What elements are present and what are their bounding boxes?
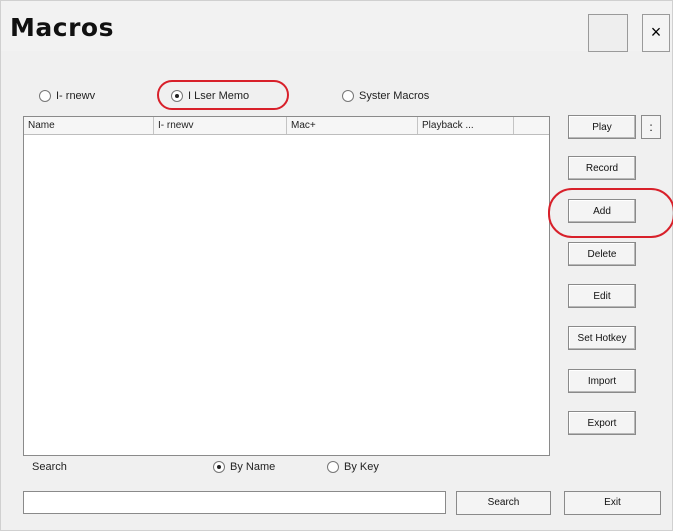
column-name[interactable]: Name xyxy=(24,117,154,134)
column-hotkey[interactable]: I- rnewv xyxy=(154,117,287,134)
search-button[interactable]: Search xyxy=(456,491,551,515)
radio-indicator-selected[interactable] xyxy=(213,461,225,473)
export-button[interactable]: Export xyxy=(568,411,636,435)
add-button[interactable]: Add xyxy=(568,199,636,223)
title-bar: Macros × xyxy=(1,1,672,52)
window-title: Macros xyxy=(10,13,114,42)
radio-hotkey-label: I- rnewv xyxy=(56,90,96,102)
maximize-button[interactable] xyxy=(588,14,628,52)
delete-button[interactable]: Delete xyxy=(568,242,636,266)
set-hotkey-button[interactable]: Set Hotkey xyxy=(568,326,636,350)
macro-list[interactable]: Name I- rnewv Mac+ Playback ... xyxy=(23,116,550,456)
import-button[interactable]: Import xyxy=(568,369,636,393)
radio-system-macros[interactable]: Syster Macros xyxy=(342,90,429,102)
radio-indicator[interactable] xyxy=(327,461,339,473)
radio-indicator[interactable] xyxy=(342,90,354,102)
play-options-button[interactable]: : xyxy=(641,115,661,139)
exit-button[interactable]: Exit xyxy=(564,491,661,515)
radio-system-macros-label: Syster Macros xyxy=(359,90,430,102)
radio-hotkey[interactable]: I- rnewv xyxy=(39,90,95,102)
search-input[interactable] xyxy=(23,491,446,514)
close-button[interactable]: × xyxy=(642,14,670,52)
radio-search-by-key[interactable]: By Key xyxy=(327,461,379,473)
column-extra[interactable] xyxy=(514,117,549,134)
radio-user-macros-label: I Lser Memo xyxy=(188,90,250,102)
radio-search-by-name-label: By Name xyxy=(230,461,276,473)
radio-indicator[interactable] xyxy=(39,90,51,102)
macros-dialog: Macros × I- rnewv I Lser Memo Syster Mac… xyxy=(0,0,673,531)
radio-search-by-key-label: By Key xyxy=(344,461,379,473)
radio-search-by-name[interactable]: By Name xyxy=(213,461,275,473)
edit-button[interactable]: Edit xyxy=(568,284,636,308)
radio-user-macros[interactable]: I Lser Memo xyxy=(171,90,249,102)
record-button[interactable]: Record xyxy=(568,156,636,180)
column-macro[interactable]: Mac+ xyxy=(287,117,418,134)
radio-indicator-selected[interactable] xyxy=(171,90,183,102)
play-button[interactable]: Play xyxy=(568,115,636,139)
search-label: Search xyxy=(32,461,67,473)
column-playback[interactable]: Playback ... xyxy=(418,117,514,134)
macro-list-header: Name I- rnewv Mac+ Playback ... xyxy=(24,117,549,135)
